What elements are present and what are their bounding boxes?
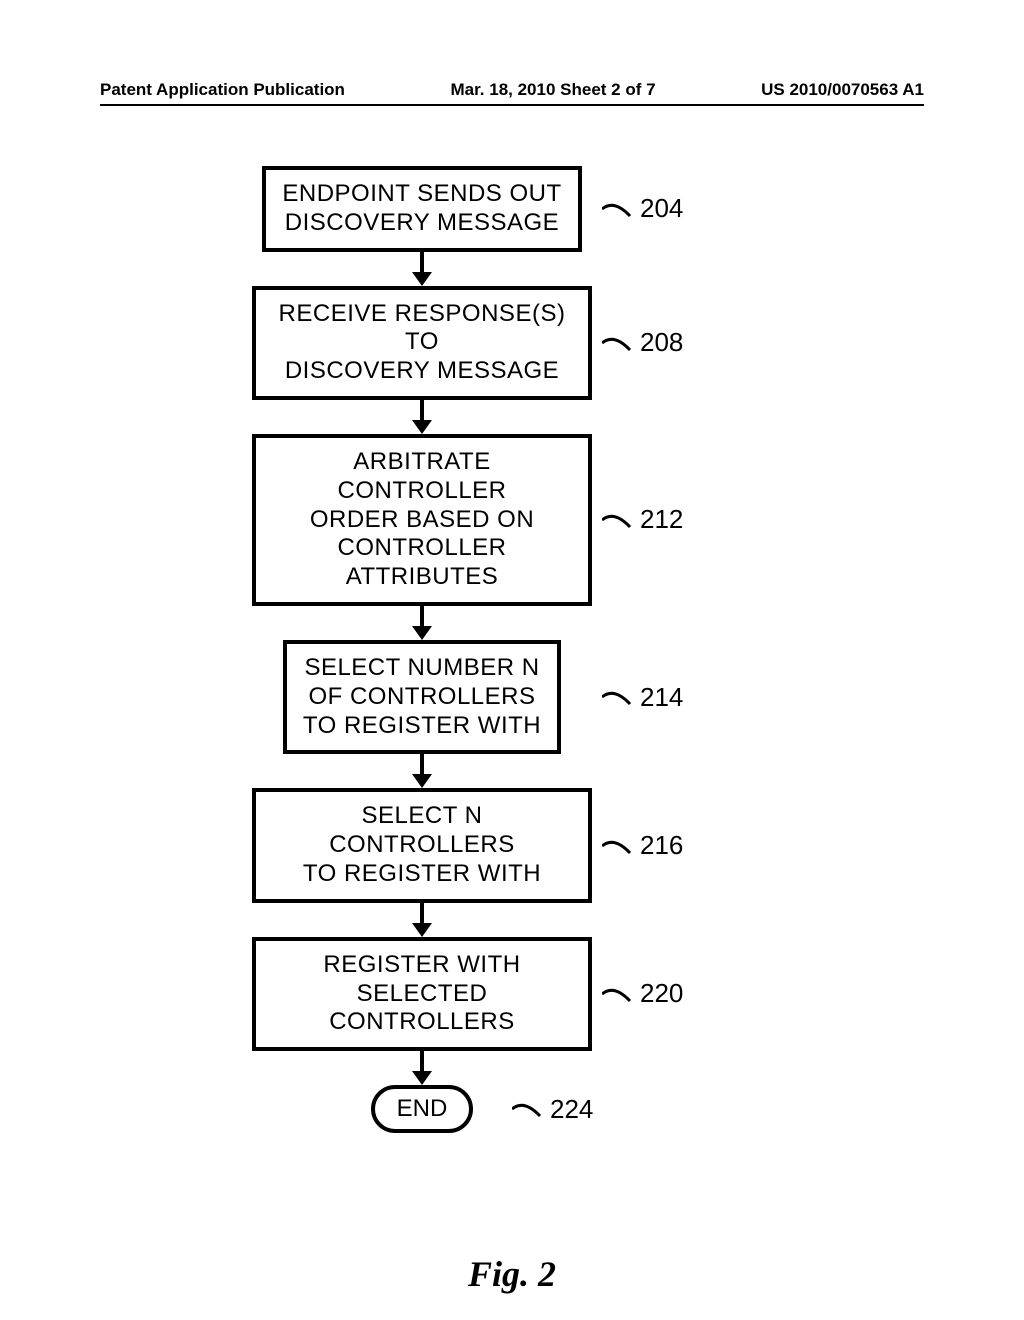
leader-curve <box>602 831 636 861</box>
leader-curve <box>602 682 636 712</box>
reference-number: 216 <box>640 830 683 861</box>
box-line: DISCOVERY MESSAGE <box>272 357 572 386</box>
box-line: SELECT N CONTROLLERS <box>272 802 572 860</box>
box-line: CONTROLLER ATTRIBUTES <box>272 534 572 592</box>
header-right: US 2010/0070563 A1 <box>761 80 924 100</box>
arrow-down-icon <box>410 754 434 788</box>
reference-number: 208 <box>640 327 683 358</box>
process-box: SELECT NUMBER N OF CONTROLLERS TO REGIST… <box>283 640 561 754</box>
box-line: SELECT NUMBER N <box>303 654 541 683</box>
step-row: ENDPOINT SENDS OUT DISCOVERY MESSAGE 204 <box>252 166 772 252</box>
page-header: Patent Application Publication Mar. 18, … <box>100 80 924 106</box>
step-row: ARBITRATE CONTROLLER ORDER BASED ON CONT… <box>252 434 772 606</box>
box-line: ARBITRATE CONTROLLER <box>272 448 572 506</box>
reference-number: 220 <box>640 978 683 1009</box>
reference-number: 224 <box>550 1094 593 1125</box>
figure-caption: Fig. 2 <box>100 1253 924 1295</box>
leader-curve <box>512 1094 546 1124</box>
header-left: Patent Application Publication <box>100 80 345 100</box>
process-box: SELECT N CONTROLLERS TO REGISTER WITH <box>252 788 592 902</box>
arrow-down-icon <box>410 606 434 640</box>
reference-number: 214 <box>640 682 683 713</box>
process-box: ARBITRATE CONTROLLER ORDER BASED ON CONT… <box>252 434 592 606</box>
arrow-down-icon <box>410 252 434 286</box>
box-line: RECEIVE RESPONSE(S) TO <box>272 300 572 358</box>
leader-curve <box>602 979 636 1009</box>
flowchart-fig2: ENDPOINT SENDS OUT DISCOVERY MESSAGE 204… <box>252 166 772 1133</box>
terminator-box: END <box>371 1085 474 1133</box>
box-line: OF CONTROLLERS <box>303 683 541 712</box>
reference-number: 204 <box>640 193 683 224</box>
box-line: SELECTED CONTROLLERS <box>272 980 572 1038</box>
arrow-down-icon <box>410 1051 434 1085</box>
step-row: REGISTER WITH SELECTED CONTROLLERS 220 <box>252 937 772 1051</box>
arrow-down-icon <box>410 903 434 937</box>
process-box: REGISTER WITH SELECTED CONTROLLERS <box>252 937 592 1051</box>
step-row: SELECT NUMBER N OF CONTROLLERS TO REGIST… <box>252 640 772 754</box>
box-line: REGISTER WITH <box>272 951 572 980</box>
process-box: RECEIVE RESPONSE(S) TO DISCOVERY MESSAGE <box>252 286 592 400</box>
reference-number: 212 <box>640 504 683 535</box>
box-line: ENDPOINT SENDS OUT <box>282 180 561 209</box>
process-box: ENDPOINT SENDS OUT DISCOVERY MESSAGE <box>262 166 581 252</box>
leader-curve <box>602 328 636 358</box>
header-center: Mar. 18, 2010 Sheet 2 of 7 <box>451 80 656 100</box>
leader-curve <box>602 194 636 224</box>
terminator-row: END 224 <box>252 1085 772 1133</box>
box-line: TO REGISTER WITH <box>272 860 572 889</box>
patent-page: Patent Application Publication Mar. 18, … <box>0 0 1024 1320</box>
box-line: TO REGISTER WITH <box>303 712 541 741</box>
box-line: ORDER BASED ON <box>272 506 572 535</box>
leader-curve <box>602 505 636 535</box>
box-line: DISCOVERY MESSAGE <box>282 209 561 238</box>
step-row: RECEIVE RESPONSE(S) TO DISCOVERY MESSAGE… <box>252 286 772 400</box>
step-row: SELECT N CONTROLLERS TO REGISTER WITH 21… <box>252 788 772 902</box>
terminator-label: END <box>397 1095 448 1122</box>
arrow-down-icon <box>410 400 434 434</box>
